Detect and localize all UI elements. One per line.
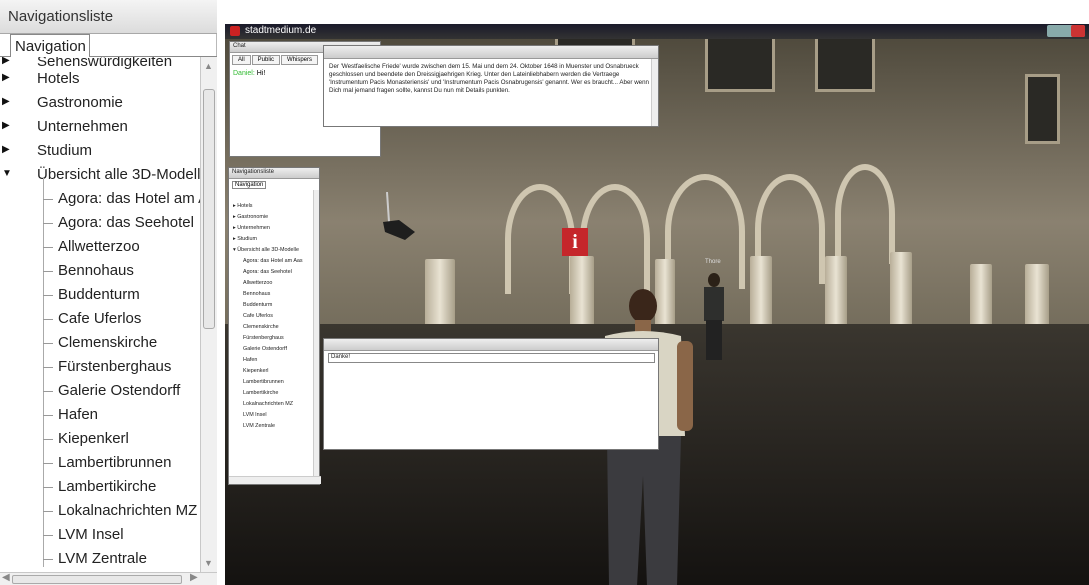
vertical-scrollbar[interactable] xyxy=(651,59,658,126)
tree-subitem[interactable]: Agora: das Hotel am Aas xyxy=(243,258,303,264)
tree-subitem[interactable]: Cafe Uferlos xyxy=(243,313,273,319)
horizontal-scrollbar[interactable]: ◀ ▶ xyxy=(0,572,217,585)
scroll-up-icon[interactable]: ▲ xyxy=(204,61,213,71)
vertical-scrollbar[interactable]: ▲ ▼ xyxy=(200,57,217,572)
tree-item[interactable]: ▸ Studium xyxy=(233,236,257,242)
app-icon xyxy=(230,26,240,36)
building-window xyxy=(1025,74,1060,144)
tree-subitem[interactable]: Lokalnachrichten MZ xyxy=(243,401,293,407)
tab-whispers[interactable]: Whispers xyxy=(281,55,319,65)
close-icon[interactable] xyxy=(1071,25,1085,37)
expand-arrow-icon: ▶ xyxy=(2,72,10,83)
collapse-arrow-icon: ▼ xyxy=(2,168,12,179)
tree-subitem[interactable]: Bennohaus xyxy=(243,291,270,297)
flying-object xyxy=(383,192,415,240)
tab-all[interactable]: All xyxy=(232,55,251,65)
expand-arrow-icon: ▶ xyxy=(2,57,10,66)
info-dialog: Der 'Westfaelische Friede' wurde zwische… xyxy=(323,45,659,127)
expand-arrow-icon: ▶ xyxy=(2,144,10,155)
tree-subitem[interactable]: LVM Zentrale xyxy=(243,423,275,429)
stone-pillar xyxy=(890,252,912,334)
npc-avatar[interactable] xyxy=(700,272,728,362)
npc-name-label: Thore xyxy=(705,259,721,265)
tree-subitem[interactable]: Hafen xyxy=(243,357,257,363)
tab-public[interactable]: Public xyxy=(251,55,281,65)
gothic-arch xyxy=(835,164,895,264)
tree-subitem[interactable]: Kiepenkerl xyxy=(243,368,268,374)
window-controls[interactable] xyxy=(1047,25,1085,37)
scrollbar-thumb[interactable] xyxy=(203,89,215,329)
tree-subitem[interactable]: Fürstenberghaus xyxy=(243,335,284,341)
chat-message: Daniel: Hi! xyxy=(233,70,266,77)
vertical-scrollbar[interactable] xyxy=(313,190,319,476)
scroll-right-icon[interactable]: ▶ xyxy=(190,572,198,583)
tab-navigation[interactable]: Navigation xyxy=(10,34,90,57)
chat-sender: Daniel: xyxy=(233,70,255,77)
panel-title: Navigationsliste xyxy=(0,0,217,34)
tree-item[interactable]: ▸ Unternehmen xyxy=(233,225,270,231)
horizontal-scrollbar[interactable] xyxy=(229,476,321,484)
response-dialog: Danke! xyxy=(323,338,659,450)
tab-navigation[interactable]: Navigation xyxy=(232,181,267,189)
building-window xyxy=(705,32,775,92)
tree-item[interactable]: ▸ Hotels xyxy=(233,203,253,209)
scroll-down-icon[interactable]: ▼ xyxy=(204,558,213,568)
tree-connector-line xyxy=(43,177,44,567)
window-title-bar: stadtmedium.de xyxy=(225,24,1089,39)
tree-subitem[interactable]: Lambertibrunnen xyxy=(243,379,284,385)
navigation-list-panel: Navigationsliste Navigation ▶ Sehenswürd… xyxy=(0,0,217,585)
building-window xyxy=(815,32,875,92)
panel-title: Navigationsliste xyxy=(229,168,319,179)
dialog-header xyxy=(324,339,658,351)
info-text: Der 'Westfaelische Friede' wurde zwische… xyxy=(329,63,649,94)
expand-arrow-icon: ▶ xyxy=(2,96,10,107)
info-sign-icon[interactable]: i xyxy=(562,228,588,256)
navigation-tree: ▶ Sehenswürdigkeiten ▶ Hotels ▶ Gastrono… xyxy=(2,57,200,567)
tree-item[interactable]: ▾ Übersicht alle 3D-Modelle xyxy=(233,247,299,253)
scrollbar-thumb[interactable] xyxy=(12,575,182,584)
tree-item[interactable]: ▸ Gastronomie xyxy=(233,214,268,220)
chat-tabs: All Public Whispers xyxy=(232,55,319,65)
navigation-list-panel-small: Navigationsliste Navigation ▸ Hotels ▸ G… xyxy=(228,167,321,485)
tree-subitem[interactable]: Lambertikirche xyxy=(243,390,278,396)
tree-subitem[interactable]: Clemenskirche xyxy=(243,324,279,330)
tree-subitem[interactable]: LVM Insel xyxy=(243,412,267,418)
dialog-header xyxy=(324,46,658,59)
tree-subitem[interactable]: Allwetterzoo xyxy=(243,280,272,286)
tree-subitem[interactable]: Agora: das Seehotel xyxy=(243,269,292,275)
expand-arrow-icon: ▶ xyxy=(2,120,10,131)
scroll-left-icon[interactable]: ◀ xyxy=(2,572,10,583)
tree-subitem[interactable]: Buddenturm xyxy=(243,302,272,308)
stone-pillar xyxy=(825,256,847,334)
tree-subitem[interactable]: Galerie Ostendorff xyxy=(243,346,287,352)
response-input[interactable]: Danke! xyxy=(328,353,655,363)
